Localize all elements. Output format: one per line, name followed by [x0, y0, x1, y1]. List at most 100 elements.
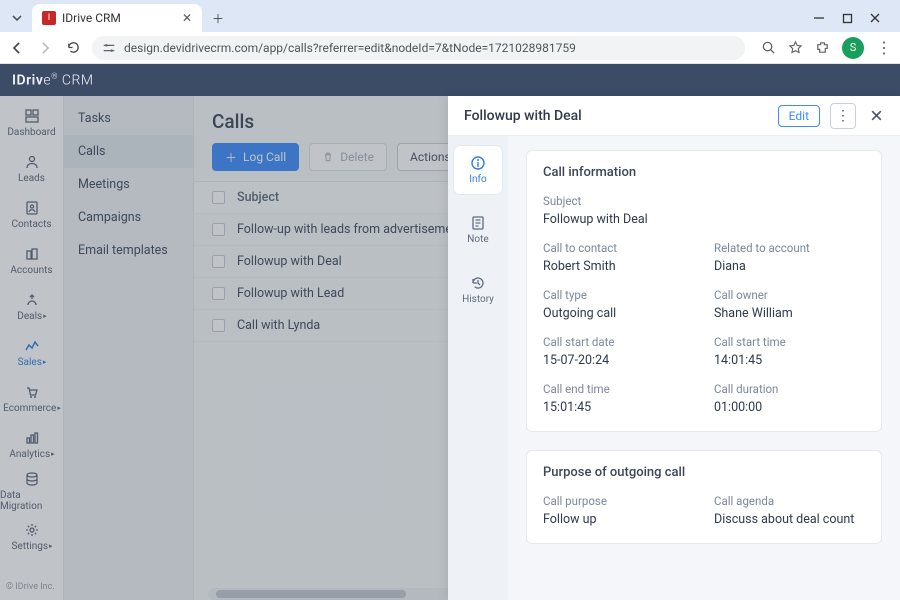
field-label: Call owner [714, 288, 865, 302]
row-subject: Call with Lynda [237, 318, 320, 333]
accounts-icon [24, 246, 40, 262]
site-settings-icon[interactable] [102, 41, 116, 55]
row-checkbox[interactable] [212, 319, 225, 332]
field-value: 01:00:00 [714, 400, 865, 415]
tab-search-dropdown[interactable] [6, 6, 28, 30]
sales-icon [24, 338, 40, 354]
history-icon [470, 275, 486, 291]
delete-button[interactable]: Delete [309, 143, 387, 171]
new-tab-button[interactable]: ＋ [206, 6, 230, 30]
card-title: Call information [543, 165, 865, 180]
row-checkbox[interactable] [212, 287, 225, 300]
migration-icon [24, 471, 40, 487]
browser-tabbar: I IDrive CRM ✕ ＋ [0, 0, 900, 32]
rail-label: Leads [18, 173, 45, 184]
row-subject: Followup with Lead [237, 286, 344, 301]
browser-tab[interactable]: I IDrive CRM ✕ [32, 4, 202, 32]
panel-tab-history[interactable]: History [454, 266, 502, 314]
app-header: IDrive® CRM [0, 64, 900, 96]
deals-icon [24, 292, 40, 308]
panel-more-button[interactable]: ⋮ [830, 103, 856, 129]
brand-logo: IDrive® CRM [12, 72, 94, 89]
subnav: Tasks Calls Meetings Campaigns Email tem… [64, 96, 194, 600]
field-label: Call start time [714, 335, 865, 349]
field-value: Diana [714, 259, 865, 274]
field-value: Follow up [543, 512, 694, 527]
row-subject: Follow-up with leads from advertisement [237, 222, 463, 237]
rail-settings[interactable]: Settings▸ [0, 514, 63, 560]
select-all-checkbox[interactable] [212, 191, 225, 204]
detail-panel: Followup with Deal Edit ⋮ Info [448, 96, 900, 600]
field-label: Call start date [543, 335, 694, 349]
panel-tab-info[interactable]: Info [454, 146, 502, 194]
reload-button[interactable] [64, 39, 82, 57]
browser-menu-icon[interactable]: ⋮ [876, 38, 892, 57]
field-value: 15:01:45 [543, 400, 694, 415]
scrollbar-thumb[interactable] [216, 590, 406, 598]
note-icon [470, 215, 486, 231]
edit-button[interactable]: Edit [778, 105, 820, 127]
rail-label: Deals▸ [17, 311, 45, 322]
row-checkbox[interactable] [212, 223, 225, 236]
rail-deals[interactable]: Deals▸ [0, 284, 63, 330]
rail-footer: © IDrive Inc. [0, 574, 63, 600]
window-controls [812, 11, 894, 25]
field-label: Call duration [714, 382, 865, 396]
address-bar[interactable]: design.devidrivecrm.com/app/calls?referr… [92, 36, 745, 60]
rail-label: Data Migration [0, 490, 63, 512]
field-label: Call purpose [543, 494, 694, 508]
field-label: Subject [543, 194, 865, 208]
ecommerce-icon [24, 384, 40, 400]
app-root: IDrive® CRM Dashboard Leads Contacts Acc… [0, 64, 900, 600]
rail-contacts[interactable]: Contacts [0, 192, 63, 238]
panel-title: Followup with Deal [464, 108, 582, 124]
column-subject[interactable]: Subject [237, 190, 279, 205]
rail-accounts[interactable]: Accounts [0, 238, 63, 284]
rail-leads[interactable]: Leads [0, 146, 63, 192]
rail-dashboard[interactable]: Dashboard [0, 100, 63, 146]
field-label: Call agenda [714, 494, 865, 508]
log-call-button[interactable]: ＋ Log Call [212, 143, 299, 171]
window-minimize-icon[interactable] [812, 11, 826, 25]
field-value: 15-07-20:24 [543, 353, 694, 368]
field-value: Robert Smith [543, 259, 694, 274]
subnav-email-templates[interactable]: Email templates [64, 234, 193, 267]
row-subject: Followup with Deal [237, 254, 342, 269]
browser-chrome: I IDrive CRM ✕ ＋ [0, 0, 900, 64]
subnav-calls[interactable]: Calls [64, 135, 193, 168]
field-value: Followup with Deal [543, 212, 865, 227]
tab-close-icon[interactable]: ✕ [182, 11, 192, 25]
extensions-icon[interactable] [815, 40, 830, 55]
rail-data-migration[interactable]: Data Migration [0, 468, 63, 514]
rail-label: Accounts [10, 265, 52, 276]
window-close-icon[interactable] [868, 11, 882, 25]
rail-ecommerce[interactable]: Ecommerce▸ [0, 376, 63, 422]
rail-label: Ecommerce▸ [3, 403, 60, 414]
subnav-tasks[interactable]: Tasks [64, 102, 193, 135]
panel-close-button[interactable] [866, 106, 886, 126]
bookmark-icon[interactable] [788, 40, 803, 55]
window-maximize-icon[interactable] [840, 11, 854, 25]
profile-avatar[interactable]: S [842, 37, 864, 59]
field-value: Shane William [714, 306, 865, 321]
field-label: Call to contact [543, 241, 694, 255]
forward-button[interactable] [36, 39, 54, 57]
zoom-icon[interactable] [761, 40, 776, 55]
field-value: Outgoing call [543, 306, 694, 321]
trash-icon [322, 151, 334, 163]
panel-tab-note[interactable]: Note [454, 206, 502, 254]
subnav-meetings[interactable]: Meetings [64, 168, 193, 201]
rail-sales[interactable]: Sales▸ [0, 330, 63, 376]
field-value: 14:01:45 [714, 353, 865, 368]
call-purpose-card: Purpose of outgoing call Call purpose Fo… [526, 450, 882, 544]
row-checkbox[interactable] [212, 255, 225, 268]
back-button[interactable] [8, 39, 26, 57]
rail-label: Analytics▸ [9, 449, 53, 460]
rail-analytics[interactable]: Analytics▸ [0, 422, 63, 468]
rail-label: Contacts [11, 219, 51, 230]
dashboard-icon [24, 108, 40, 124]
subnav-campaigns[interactable]: Campaigns [64, 201, 193, 234]
rail-label: Settings▸ [11, 541, 51, 552]
contacts-icon [24, 200, 40, 216]
browser-tab-title: IDrive CRM [62, 11, 121, 25]
